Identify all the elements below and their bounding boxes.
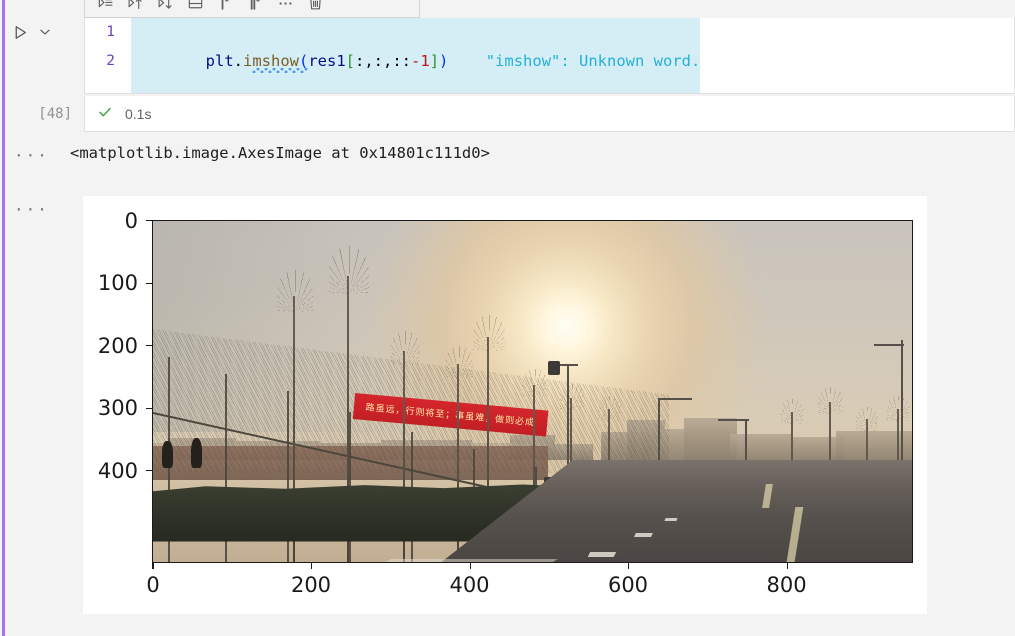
ytick-200 [146,345,152,347]
road-edge-line [385,558,558,562]
execution-time: 0.1s [125,105,152,122]
line-number: 2 [106,53,115,69]
xtick-label-200: 200 [290,573,332,597]
chevron-down-icon[interactable] [36,21,54,43]
code-line-2[interactable]: 2 plt.imshow(res1[:,:,::-1]) "imshow": U… [85,18,1014,93]
lane-dash-3 [664,518,679,522]
execute-below-icon[interactable] [151,0,179,14]
ytick-label-100: 100 [97,271,138,295]
move-cell-up-icon[interactable] [211,0,239,14]
matplotlib-figure[interactable]: 路虽远，行则将至；事虽难，做则必成 0 100 200 300 400 0 20… [83,196,927,614]
execute-above-icon[interactable] [121,0,149,14]
runner-2 [190,437,203,469]
runner-1 [162,440,173,469]
xtick-800 [786,563,788,569]
ytick-label-300: 300 [97,396,138,420]
code-line-2-text: plt.imshow(res1[:,:,::-1]) "imshow": Unk… [131,18,701,93]
output-collapse-toggle-text[interactable]: ··· [14,146,49,165]
output-selection-bar [2,136,5,636]
run-cell-button[interactable] [8,20,32,44]
ytick-0 [146,220,152,222]
ytick-label-0: 0 [124,209,138,233]
notebook-cell-view: 1 res1 =cv.resize(img1,None,fx=0.5,fy=0.… [0,0,1015,636]
axes-wrap: 路虽远，行则将至；事虽难，做则必成 0 100 200 300 400 0 20… [98,209,913,597]
cell-toolbar [84,0,420,18]
delete-cell-icon[interactable] [301,0,329,14]
cell-status-row: [48] 0.1s [0,96,1015,132]
ytick-label-400: 400 [97,459,138,483]
xtick-400 [469,563,471,569]
output-text-result: <matplotlib.image.AxesImage at 0x14801c1… [70,144,490,162]
code-editor[interactable]: 1 res1 =cv.resize(img1,None,fx=0.5,fy=0.… [84,18,1015,94]
split-cell-icon[interactable] [181,0,209,14]
more-actions-icon[interactable] [271,0,299,14]
xtick-label-400: 400 [449,573,490,597]
success-check-icon [97,104,113,123]
run-by-line-icon[interactable] [91,0,119,14]
xtick-200 [310,563,313,569]
move-cell-down-icon[interactable] [241,0,269,14]
ytick-100 [146,282,152,284]
ytick-300 [146,407,152,409]
ytick-label-200: 200 [97,334,138,358]
lane-dash-1 [588,552,617,557]
imshow-axes-image: 路虽远，行则将至；事虽难，做则必成 [152,220,913,563]
lane-dash-2 [634,532,653,537]
run-gutter [8,18,68,46]
inline-diagnostic-hint: "imshow": Unknown word. [485,52,701,70]
xtick-0 [152,563,154,569]
execution-status: 0.1s [84,96,1015,132]
execution-count: [48] [38,106,72,122]
xtick-label-600: 600 [607,573,649,597]
traffic-light-box [547,360,560,376]
xtick-label-800: 800 [766,573,807,597]
line-number: 1 [106,24,115,40]
xtick-label-0: 0 [146,573,160,597]
ytick-400 [146,470,152,472]
output-collapse-toggle-figure[interactable]: ··· [14,200,49,219]
xtick-600 [628,563,630,569]
